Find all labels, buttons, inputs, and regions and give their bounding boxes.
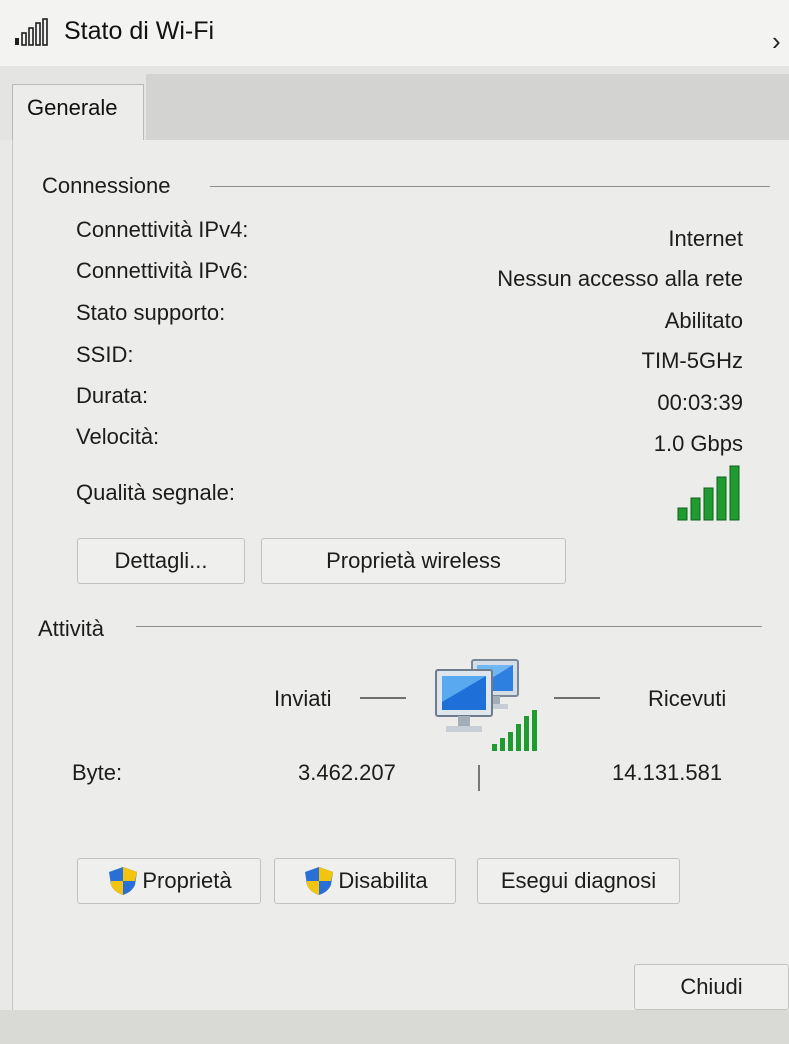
received-dash — [554, 697, 600, 699]
bytes-received-value: 14.131.581 — [612, 760, 723, 785]
sent-label: Inviati — [274, 686, 332, 711]
details-button[interactable]: Dettagli... — [77, 538, 245, 584]
connection-divider — [210, 186, 770, 187]
signal-quality-label: Qualità segnale: — [76, 480, 235, 505]
title-bar: Stato di Wi-Fi › — [0, 0, 789, 66]
details-button-label: Dettagli... — [114, 548, 208, 573]
network-computers-icon — [435, 659, 537, 751]
tab-generale-label: Generale — [27, 95, 118, 120]
ipv4-value: Internet — [668, 226, 743, 251]
properties-button[interactable]: Proprietà — [77, 858, 261, 904]
ipv6-value: Nessun accesso alla rete — [497, 266, 743, 291]
received-label: Ricevuti — [648, 686, 727, 711]
tab-generale[interactable]: Generale — [12, 84, 144, 142]
disable-button-label: Disabilita — [338, 868, 428, 893]
ipv6-label: Connettività IPv6: — [76, 258, 249, 283]
wireless-properties-button[interactable]: Proprietà wireless — [261, 538, 566, 584]
ssid-label: SSID: — [76, 342, 134, 367]
window-title: Stato di Wi-Fi — [64, 17, 215, 45]
connection-heading: Connessione — [42, 173, 171, 198]
properties-button-label: Proprietà — [142, 868, 232, 893]
diagnose-button[interactable]: Esegui diagnosi — [477, 858, 680, 904]
close-button-label: Chiudi — [680, 974, 743, 999]
wireless-properties-button-label: Proprietà wireless — [326, 548, 501, 573]
signal-strength-icon — [677, 465, 740, 521]
speed-value: 1.0 Gbps — [653, 431, 743, 456]
duration-value: 00:03:39 — [657, 390, 743, 415]
sent-dash — [360, 697, 406, 699]
disable-button[interactable]: Disabilita — [274, 858, 456, 904]
activity-divider — [136, 626, 762, 627]
uac-shield-icon — [305, 867, 334, 895]
activity-separator — [478, 765, 480, 791]
activity-heading: Attività — [38, 616, 105, 641]
tab-strip-empty-area — [146, 74, 789, 140]
bottom-background-strip — [0, 1010, 789, 1044]
uac-shield-icon — [109, 867, 138, 895]
media-state-label: Stato supporto: — [76, 300, 226, 325]
media-state-value: Abilitato — [664, 308, 743, 333]
close-icon[interactable]: › — [772, 26, 781, 57]
wifi-signal-icon — [15, 18, 48, 46]
bytes-sent-value: 3.462.207 — [298, 760, 396, 785]
speed-label: Velocità: — [76, 424, 160, 449]
duration-label: Durata: — [76, 383, 149, 408]
bytes-label: Byte: — [72, 760, 123, 785]
close-button[interactable]: Chiudi — [634, 964, 789, 1010]
ssid-value: TIM-5GHz — [641, 348, 743, 373]
wifi-status-dialog: Stato di Wi-Fi › Generale Connessione Co… — [0, 0, 789, 1044]
ipv4-label: Connettività IPv4: — [76, 217, 249, 242]
diagnose-button-label: Esegui diagnosi — [500, 868, 657, 893]
